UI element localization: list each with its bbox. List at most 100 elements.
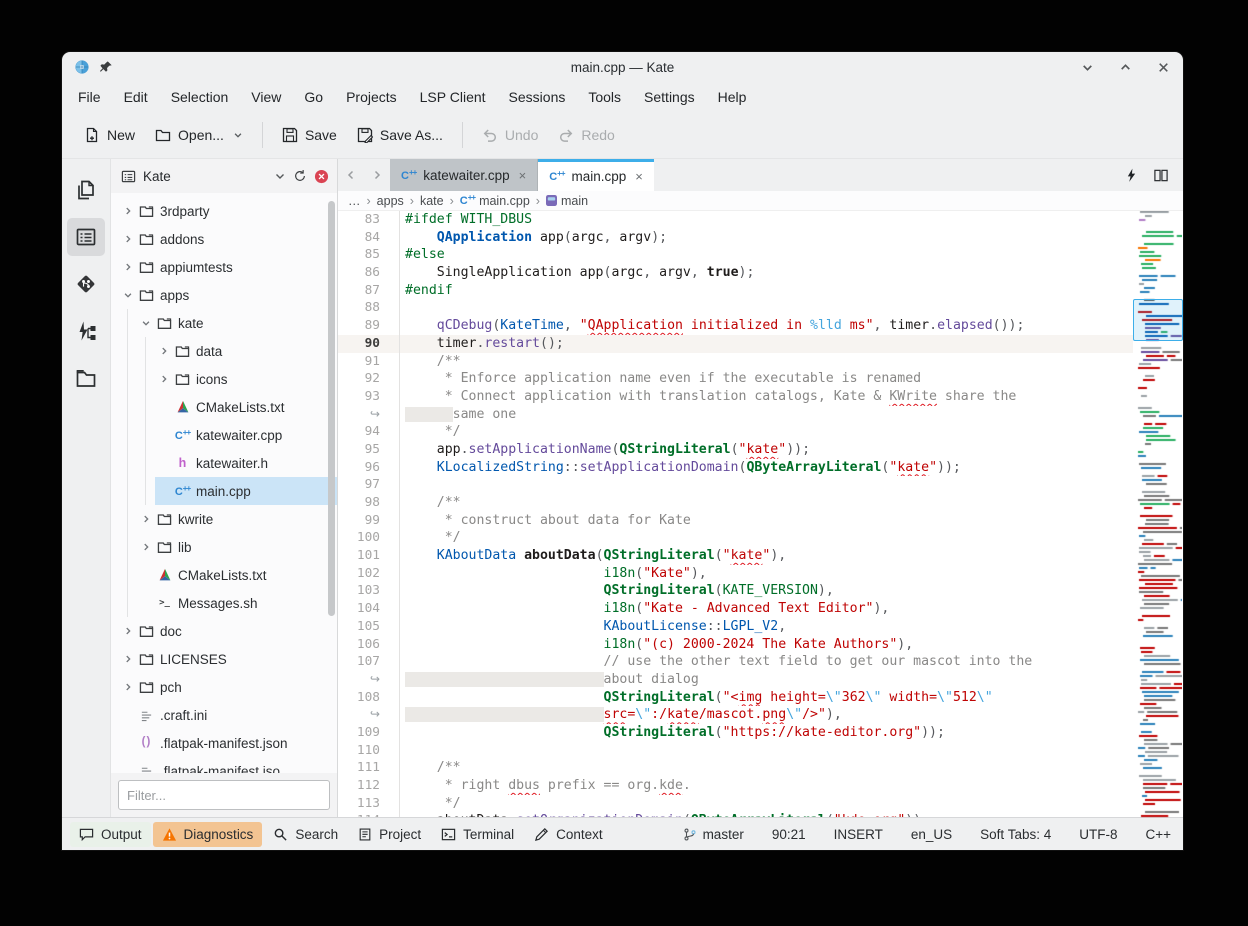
menu-lsp-client[interactable]: LSP Client <box>420 89 486 105</box>
lightning-icon[interactable] <box>1126 168 1137 183</box>
split-view-icon[interactable] <box>1153 168 1169 183</box>
code-line[interactable]: 103 QStringLiteral(KATE_VERSION), <box>338 582 1133 600</box>
tree-item-katewaiter-h[interactable]: hkatewaiter.h <box>111 449 337 477</box>
tree-item-3rdparty[interactable]: 3rdparty <box>111 197 337 225</box>
tree-item-messages-sh[interactable]: >_Messages.sh <box>111 589 337 617</box>
code-line[interactable]: 94 */ <box>338 423 1133 441</box>
chevron-down-icon[interactable] <box>233 130 243 140</box>
status-insert[interactable]: INSERT <box>834 827 883 842</box>
statusbar-terminal-button[interactable]: Terminal <box>432 822 523 847</box>
sidebar-tool-project[interactable] <box>67 218 105 256</box>
menu-selection[interactable]: Selection <box>171 89 229 105</box>
status-utf-8[interactable]: UTF-8 <box>1079 827 1117 842</box>
menu-projects[interactable]: Projects <box>346 89 397 105</box>
project-switch-chevron-icon[interactable] <box>274 170 286 182</box>
tree-item--flatpak-manifest-json[interactable]: ().flatpak-manifest.json <box>111 729 337 757</box>
code-line[interactable]: 109 QStringLiteral("https://kate-editor.… <box>338 724 1133 742</box>
code-line[interactable]: 107 // use the other text field to get o… <box>338 653 1133 671</box>
sidebar-tool-git[interactable] <box>67 265 105 303</box>
code-line[interactable]: 89 qCDebug(KateTime, "QApplication initi… <box>338 317 1133 335</box>
save-as-button[interactable]: Save As... <box>347 121 453 149</box>
statusbar-context-button[interactable]: Context <box>525 822 612 847</box>
code-line[interactable]: 104 i18n("Kate - Advanced Text Editor"), <box>338 600 1133 618</box>
menu-edit[interactable]: Edit <box>124 89 148 105</box>
statusbar-diagnostics-button[interactable]: Diagnostics <box>153 822 263 847</box>
code-line[interactable]: 85#else <box>338 246 1133 264</box>
chevron-right-icon[interactable] <box>137 542 154 552</box>
chevron-right-icon[interactable] <box>119 682 136 692</box>
status-master[interactable]: master <box>683 827 744 842</box>
chevron-down-icon[interactable] <box>137 318 154 328</box>
minimap-viewport[interactable] <box>1133 299 1183 341</box>
tree-item--craft-ini[interactable]: .craft.ini <box>111 701 337 729</box>
tree-item-data[interactable]: data <box>111 337 337 365</box>
chevron-right-icon[interactable] <box>155 374 172 384</box>
minimize-button[interactable] <box>1079 59 1095 75</box>
tree-item-cmakelists-txt[interactable]: CMakeLists.txt <box>111 561 337 589</box>
tree-scrollbar[interactable] <box>328 201 335 616</box>
code-line[interactable]: 110 <box>338 742 1133 760</box>
code-line[interactable]: 114 aboutData.setOrganizationDomain(QByt… <box>338 812 1133 817</box>
titlebar[interactable]: main.cpp — Kate <box>62 52 1183 82</box>
tab-forward-button[interactable] <box>364 159 390 191</box>
open-button[interactable]: Open... <box>145 121 253 149</box>
chevron-right-icon[interactable] <box>155 346 172 356</box>
tree-item-icons[interactable]: icons <box>111 365 337 393</box>
code-line[interactable]: 93 * Connect application with translatio… <box>338 388 1133 406</box>
breadcrumb-apps[interactable]: apps <box>377 194 404 208</box>
code-line[interactable]: ↪ src=\":/kate/mascot.png\"/>"), <box>338 706 1133 724</box>
menu-file[interactable]: File <box>78 89 101 105</box>
status-90-21[interactable]: 90:21 <box>772 827 806 842</box>
chevron-right-icon[interactable] <box>119 206 136 216</box>
code-line[interactable]: 106 i18n("(c) 2000-2024 The Kate Authors… <box>338 636 1133 654</box>
tab-katewaiter-cpp[interactable]: C++katewaiter.cpp× <box>390 159 538 191</box>
statusbar-output-button[interactable]: Output <box>70 822 151 847</box>
breadcrumb--[interactable]: … <box>348 194 361 208</box>
tree-item-katewaiter-cpp[interactable]: C++katewaiter.cpp <box>111 421 337 449</box>
menu-settings[interactable]: Settings <box>644 89 695 105</box>
tree-item-cmakelists-txt[interactable]: CMakeLists.txt <box>111 393 337 421</box>
code-line[interactable]: ↪ about dialog <box>338 671 1133 689</box>
menu-help[interactable]: Help <box>718 89 747 105</box>
statusbar-project-button[interactable]: Project <box>349 822 430 847</box>
code-line[interactable]: 90 timer.restart(); <box>338 335 1133 353</box>
tree-item-addons[interactable]: addons <box>111 225 337 253</box>
breadcrumb-kate[interactable]: kate <box>420 194 444 208</box>
sidebar-tool-symbols[interactable] <box>67 312 105 350</box>
code-line[interactable]: ↪ same one <box>338 406 1133 424</box>
code-line[interactable]: 97 <box>338 476 1133 494</box>
status-c-[interactable]: C++ <box>1145 827 1171 842</box>
code-line[interactable]: 84 QApplication app(argc, argv); <box>338 229 1133 247</box>
code-line[interactable]: 105 KAboutLicense::LGPL_V2, <box>338 618 1133 636</box>
tree-item-kate[interactable]: kate <box>111 309 337 337</box>
breadcrumb-main[interactable]: main <box>546 194 588 208</box>
menu-view[interactable]: View <box>251 89 281 105</box>
tree-item-kwrite[interactable]: kwrite <box>111 505 337 533</box>
statusbar-search-button[interactable]: Search <box>264 822 347 847</box>
status-soft-tabs-4[interactable]: Soft Tabs: 4 <box>980 827 1051 842</box>
tree-item-licenses[interactable]: LICENSES <box>111 645 337 673</box>
code-text[interactable]: 83#ifdef WITH_DBUS84 QApplication app(ar… <box>338 211 1133 817</box>
tree-item-lib[interactable]: lib <box>111 533 337 561</box>
save-button[interactable]: Save <box>272 121 347 149</box>
code-line[interactable]: 102 i18n("Kate"), <box>338 565 1133 583</box>
code-line[interactable]: 86 SingleApplication app(argc, argv, tru… <box>338 264 1133 282</box>
chevron-right-icon[interactable] <box>119 654 136 664</box>
maximize-button[interactable] <box>1117 59 1133 75</box>
code-line[interactable]: 95 app.setApplicationName(QStringLiteral… <box>338 441 1133 459</box>
chevron-right-icon[interactable] <box>119 234 136 244</box>
refresh-icon[interactable] <box>293 169 307 183</box>
menu-sessions[interactable]: Sessions <box>509 89 566 105</box>
code-line[interactable]: 96 KLocalizedString::setApplicationDomai… <box>338 459 1133 477</box>
menu-go[interactable]: Go <box>304 89 323 105</box>
code-line[interactable]: 113 */ <box>338 795 1133 813</box>
code-line[interactable]: 87#endif <box>338 282 1133 300</box>
chevron-down-icon[interactable] <box>119 290 136 300</box>
sidebar-tool-filesystem[interactable] <box>67 359 105 397</box>
minimap-scrollbar[interactable] <box>1133 211 1183 817</box>
chevron-right-icon[interactable] <box>119 262 136 272</box>
tree-item-main-cpp[interactable]: C++main.cpp <box>111 477 337 505</box>
code-line[interactable]: 111 /** <box>338 759 1133 777</box>
code-line[interactable]: 100 */ <box>338 529 1133 547</box>
close-tab-icon[interactable]: × <box>635 169 643 184</box>
